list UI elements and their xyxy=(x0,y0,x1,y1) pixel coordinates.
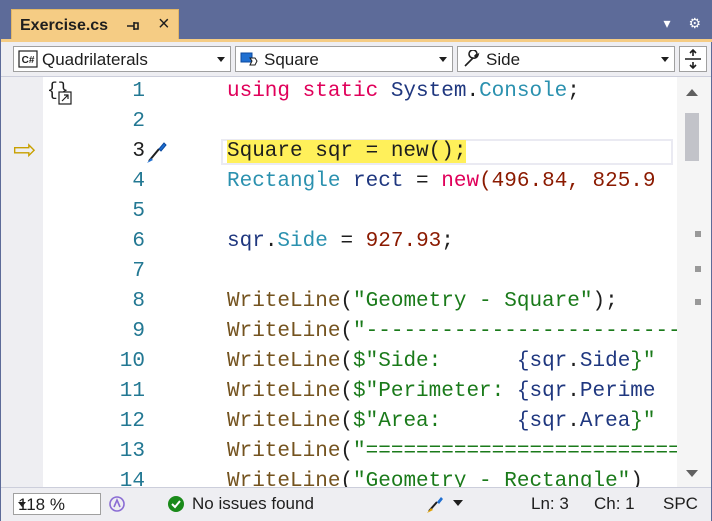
code-line: 5 xyxy=(1,197,677,227)
status-bar: 118 % No issues found Ln: 3 Ch: 1 SPC xyxy=(1,487,711,521)
navigation-bar: C# Quadrilaterals Square Side xyxy=(1,42,711,77)
code-line: 2 xyxy=(1,107,677,137)
scroll-down-arrow-icon[interactable] xyxy=(685,469,699,479)
code-line: 10 WriteLine($"Side: {sqr.Side}" xyxy=(1,347,677,377)
split-editor-button[interactable] xyxy=(679,46,707,72)
code-line-current: 3 Square sqr = new(); xyxy=(1,137,677,167)
check-circle-icon xyxy=(168,496,184,512)
code-line: 13 WriteLine("==========================… xyxy=(1,437,677,467)
chevron-down-icon xyxy=(439,57,447,62)
tab-title: Exercise.cs xyxy=(20,17,109,34)
code-line: 4 Rectangle rect = new(496.84, 825.9 xyxy=(1,167,677,197)
code-line: 7 xyxy=(1,257,677,287)
svg-text:C#: C# xyxy=(22,55,35,66)
code-line: 12 WriteLine($"Area: {sqr.Area}" xyxy=(1,407,677,437)
line-number: 8 xyxy=(132,290,145,313)
member-label: Side xyxy=(486,50,521,69)
class-icon xyxy=(240,52,258,66)
line-number: 12 xyxy=(119,410,145,433)
code-cleanup-brush-icon[interactable] xyxy=(425,493,447,515)
line-number: 3 xyxy=(132,140,145,163)
gear-icon[interactable]: ⚙ xyxy=(688,15,701,31)
scroll-marker xyxy=(695,299,701,305)
chevron-down-icon[interactable] xyxy=(453,500,463,508)
line-number: 6 xyxy=(132,230,145,253)
chevron-down-icon xyxy=(217,57,225,62)
split-icon xyxy=(685,48,701,70)
project-label: Quadrilaterals xyxy=(42,50,148,69)
line-number: 1 xyxy=(132,80,145,103)
line-indicator[interactable]: Ln: 3 xyxy=(531,494,569,514)
line-number: 10 xyxy=(119,350,145,373)
pin-icon[interactable] xyxy=(125,18,141,34)
column-indicator[interactable]: Ch: 1 xyxy=(594,494,635,514)
member-combo[interactable]: Side xyxy=(457,46,675,72)
code-editor[interactable]: {} ⇨ 1 using static System.Console; 2 3 … xyxy=(1,77,677,487)
close-icon[interactable]: × xyxy=(158,14,170,34)
tab-bar-actions: ▾ ⚙ xyxy=(650,15,701,32)
code-line: 1 using static System.Console; xyxy=(1,77,677,107)
zoom-combo[interactable]: 118 % xyxy=(13,493,101,515)
issues-status[interactable]: No issues found xyxy=(192,494,314,514)
code-line: 8 WriteLine("Geometry - Square"); xyxy=(1,287,677,317)
intellicode-icon[interactable] xyxy=(107,494,127,514)
line-number: 5 xyxy=(132,200,145,223)
code-line: 14 WriteLine("Geometry - Rectangle") xyxy=(1,467,677,487)
csharp-project-icon: C# xyxy=(18,50,38,68)
whitespace-mode[interactable]: SPC xyxy=(663,494,698,514)
code-lines: 1 using static System.Console; 2 3 Squar… xyxy=(1,77,677,487)
code-line: 9 WriteLine("--------------------------- xyxy=(1,317,677,347)
line-number: 13 xyxy=(119,440,145,463)
scroll-marker xyxy=(695,266,701,272)
code-line: 11 WriteLine($"Perimeter: {sqr.Perime xyxy=(1,377,677,407)
line-number: 4 xyxy=(132,170,145,193)
line-number: 11 xyxy=(119,380,145,403)
tab-bar: Exercise.cs × ▾ ⚙ xyxy=(1,1,711,41)
editor-window: Exercise.cs × ▾ ⚙ C# Quadrilaterals Squa… xyxy=(0,0,712,521)
wrench-icon xyxy=(464,50,480,67)
line-number: 2 xyxy=(132,110,145,133)
code-line: 6 sqr.Side = 927.93; xyxy=(1,227,677,257)
scroll-marker xyxy=(695,231,701,237)
class-label: Square xyxy=(264,50,319,69)
class-combo[interactable]: Square xyxy=(235,46,453,72)
breakpoint-highlight: Square sqr = new(); xyxy=(227,140,467,163)
line-number: 14 xyxy=(119,470,145,487)
scrollbar-thumb[interactable] xyxy=(685,113,699,161)
chevron-down-icon xyxy=(661,57,669,62)
chevron-down-icon[interactable]: ▾ xyxy=(664,15,671,31)
line-number: 9 xyxy=(132,320,145,343)
scroll-up-arrow-icon[interactable] xyxy=(685,87,699,97)
tab-exercise-cs[interactable]: Exercise.cs × xyxy=(11,9,179,41)
line-number: 7 xyxy=(132,260,145,283)
chevron-down-icon xyxy=(18,502,26,507)
project-combo[interactable]: C# Quadrilaterals xyxy=(13,46,231,72)
